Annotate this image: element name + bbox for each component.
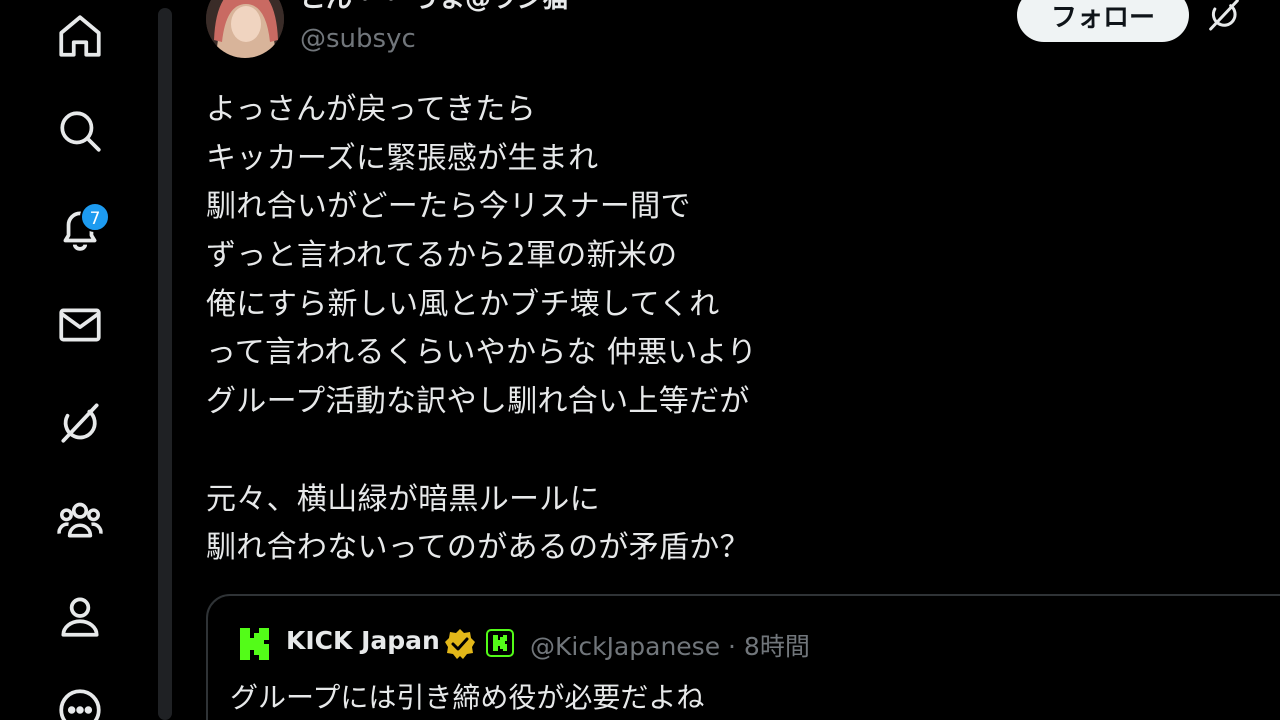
nav-messages[interactable] xyxy=(50,295,110,355)
kick-logo-icon xyxy=(240,628,269,660)
post-line: グループ活動な訳やし馴れ合い上等だが xyxy=(206,384,750,420)
nav-grok[interactable] xyxy=(50,392,110,452)
avatar-image xyxy=(206,0,284,58)
search-icon xyxy=(60,111,101,152)
quoted-handle-time[interactable]: @KickJapanese · 8時間 xyxy=(530,627,810,663)
quoted-post-card[interactable]: KICK Japan @KickJapanese · 8時間 グループには引き締… xyxy=(206,594,1280,720)
avatar[interactable] xyxy=(206,0,284,58)
nav-home[interactable] xyxy=(50,6,110,66)
nav-communities[interactable] xyxy=(50,489,110,549)
quoted-author-name[interactable]: KICK Japan xyxy=(286,626,440,655)
post-line: よっさんが戻ってきたら xyxy=(206,92,536,127)
notification-badge: 7 xyxy=(80,202,110,232)
scrollbar[interactable] xyxy=(158,8,172,720)
post-line-blank xyxy=(206,427,1186,476)
mail-icon xyxy=(59,308,101,342)
nav-search[interactable] xyxy=(50,101,110,161)
post-line: 俺にすら新しい風とかブチ壊してくれ xyxy=(206,286,720,322)
post-line: って言われるくらいやからな 仲悪いより xyxy=(206,335,758,371)
nav-notifications[interactable]: 7 xyxy=(50,198,110,258)
author-handle[interactable]: @subsyc xyxy=(300,24,416,54)
post-line: ずっと言われてるから2軍の新米の xyxy=(206,238,678,274)
home-icon xyxy=(59,15,101,57)
sidebar-nav: 7 xyxy=(0,0,172,720)
nav-more[interactable] xyxy=(50,680,110,720)
nav-profile[interactable] xyxy=(50,586,110,646)
post-line: キッカーズに緊張感が生まれ xyxy=(206,140,599,176)
quoted-post-text: グループには引き締め役が必要だよね xyxy=(230,681,705,714)
affiliate-badge-icon xyxy=(486,629,514,657)
post-line: 元々、横山緑が暗黒ルールに xyxy=(206,481,600,517)
post-line: 馴れ合いがどーたら今リスナー間で xyxy=(206,189,691,225)
grok-explain-icon[interactable] xyxy=(1204,0,1244,34)
follow-button[interactable]: フォロー xyxy=(1017,0,1189,42)
more-icon xyxy=(59,689,101,720)
author-display-name[interactable]: こん・・ うま@ラジ猫 xyxy=(300,0,569,15)
post-line: 馴れ合わないってのがあるのが矛盾か？ xyxy=(206,530,750,566)
verified-badge-icon xyxy=(445,629,475,659)
communities-icon xyxy=(57,502,103,538)
x-post-page: 7 @subsyc フォロー よっさんが戻ってきたら キッカーズに緊張感が生まれ… xyxy=(0,0,1280,720)
grok-icon xyxy=(61,403,99,443)
profile-icon xyxy=(61,597,99,637)
post-text: よっさんが戻ってきたら キッカーズに緊張感が生まれ 馴れ合いがどーたら今リスナー… xyxy=(206,86,1186,573)
